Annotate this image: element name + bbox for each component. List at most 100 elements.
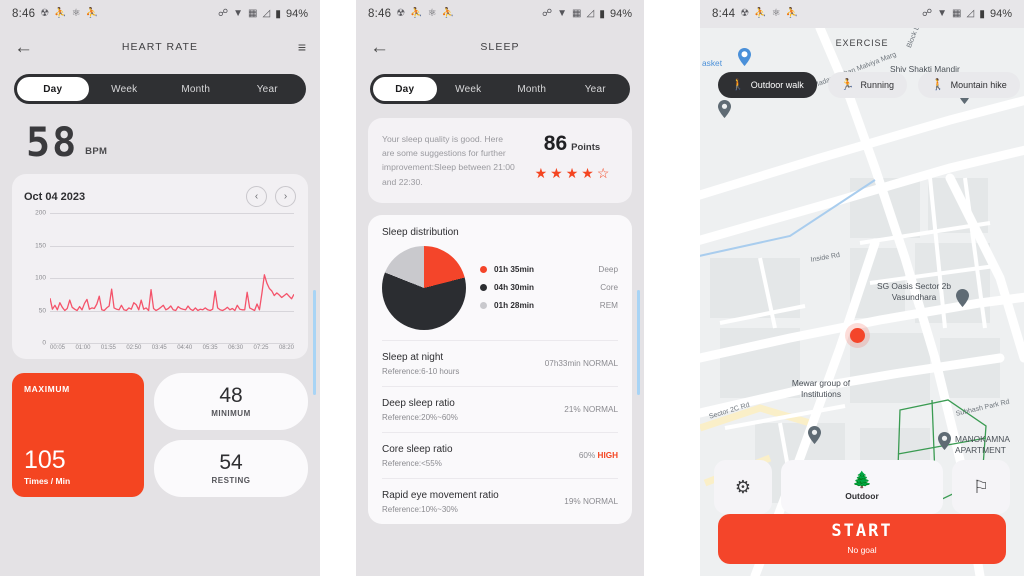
list-menu-icon[interactable]: ≡ xyxy=(298,40,306,54)
period-tabs-hr: Day Week Month Year xyxy=(14,74,306,104)
legend-item-core: 04h 30min Core xyxy=(480,283,618,292)
current-bpm-reading: 58 BPM xyxy=(0,104,320,166)
legend-name-deep: Deep xyxy=(598,265,618,275)
legend-dot-rem xyxy=(480,302,487,310)
maximum-unit: Times / Min xyxy=(24,476,71,486)
status-bar-right: ☍ ▼ ▦ ◿ ▮ 94% xyxy=(218,8,308,20)
chart-date: Oct 04 2023 xyxy=(24,190,86,203)
notification-icon: ☢ xyxy=(40,8,50,19)
map-bottom-controls: ⚙ 🌲 Outdoor ⚐ xyxy=(714,460,1010,514)
battery-percent: 94% xyxy=(989,8,1012,20)
legend-value-rem: 01h 28min xyxy=(494,301,535,311)
mode-button[interactable]: 🌲 Outdoor xyxy=(781,460,943,514)
bluetooth-icon: ☍ xyxy=(541,8,553,19)
status-time: 8:46 xyxy=(12,8,36,20)
sleep-score: 86 Points ★ ★ ★ ★ ☆ xyxy=(526,132,618,189)
chart-gridline xyxy=(50,343,294,344)
message-icon: ⛹ xyxy=(85,8,99,19)
metric-name: Rapid eye movement ratio xyxy=(382,489,499,501)
score-unit: Points xyxy=(571,142,601,153)
message-icon: ⛹ xyxy=(754,8,767,19)
heart-rate-chart-card: Oct 04 2023 ‹ › 200 150 100 50 0 00:05 01:00 0… xyxy=(12,174,308,359)
tab-day[interactable]: Day xyxy=(373,77,437,101)
chart-y-label: 0 xyxy=(42,339,46,347)
chart-x-label: 04:40 xyxy=(177,345,193,351)
map-pin-icon[interactable] xyxy=(956,289,969,307)
distribution-body: 01h 35min Deep 04h 30min Core 01h 28min … xyxy=(382,245,618,340)
chart-x-label: 01:55 xyxy=(100,345,116,351)
chart-x-label: 01:00 xyxy=(75,345,91,351)
stat-card-minimum: 48 MINIMUM xyxy=(154,373,308,430)
status-bar-left: 8:46 ☢ ⛹ ⚛ ⛹ xyxy=(368,8,454,20)
score-value: 86 xyxy=(543,132,568,155)
mode-label: Outdoor xyxy=(845,491,879,501)
map-view[interactable]: EXERCISE 🚶 Outdoor walk 🏃 Running 🚶 Moun… xyxy=(700,28,1024,576)
chip-label: Mountain hike xyxy=(950,80,1007,90)
map-pin-icon[interactable] xyxy=(938,432,951,450)
metric-reference: Reference:10%~30% xyxy=(382,504,458,514)
tab-year[interactable]: Year xyxy=(232,77,304,101)
goal-button[interactable]: ⚐ xyxy=(952,460,1010,514)
sleep-pie-chart xyxy=(382,245,466,330)
tab-day[interactable]: Day xyxy=(17,77,89,101)
bluetooth-icon: ☍ xyxy=(921,8,933,19)
run-icon: 🏃 xyxy=(840,78,855,91)
map-label-poi: asket xyxy=(702,58,723,68)
tab-week[interactable]: Week xyxy=(437,77,501,101)
sleep-quality-card: Your sleep quality is good. Here are som… xyxy=(368,118,632,203)
legend-item-deep: 01h 35min Deep xyxy=(480,265,618,274)
message-icon: ⛹ xyxy=(785,8,799,19)
vertical-scrollbar[interactable] xyxy=(313,290,316,395)
tab-week[interactable]: Week xyxy=(89,77,161,101)
signal-icon: ◿ xyxy=(262,8,271,19)
metric-amount: 19% xyxy=(564,497,581,507)
metric-value: 19% NORMAL xyxy=(564,497,618,506)
prev-day-button[interactable]: ‹ xyxy=(246,186,267,207)
activity-type-chips: 🚶 Outdoor walk 🏃 Running 🚶 Mountain hike xyxy=(718,72,1024,98)
map-pin-icon[interactable] xyxy=(808,426,821,444)
notification-icon: ☢ xyxy=(396,8,406,19)
chip-mountain-hike[interactable]: 🚶 Mountain hike xyxy=(917,72,1020,98)
metric-amount: 60% xyxy=(578,451,596,461)
chip-label: Outdoor walk xyxy=(750,80,804,90)
wifi-icon: ▼ xyxy=(937,8,948,19)
legend-dot-core xyxy=(480,284,487,292)
legend-name-rem: REM xyxy=(599,301,618,311)
stat-card-maximum: MAXIMUM 105 Times / Min xyxy=(12,373,144,497)
star-empty-icon: ☆ xyxy=(596,165,610,181)
metric-reference: Reference:<55% xyxy=(382,458,442,468)
start-sublabel: No goal xyxy=(847,545,877,555)
bpm-value: 58 xyxy=(26,120,79,166)
maximum-label: MAXIMUM xyxy=(24,384,70,394)
start-button[interactable]: START No goal xyxy=(718,514,1006,564)
status-time: 8:46 xyxy=(368,8,392,20)
tab-month[interactable]: Month xyxy=(500,77,564,101)
star-filled-icon: ★ xyxy=(565,165,579,181)
signal-icon: ◿ xyxy=(966,8,975,19)
chart-y-label: 50 xyxy=(38,307,46,314)
message-icon: ⛹ xyxy=(441,8,455,19)
map-pin-icon[interactable] xyxy=(718,100,731,118)
vpn-icon: ▦ xyxy=(248,8,258,19)
chip-running[interactable]: 🏃 Running xyxy=(827,72,907,98)
tab-month[interactable]: Month xyxy=(160,77,232,101)
settings-button[interactable]: ⚙ xyxy=(714,460,772,514)
vertical-scrollbar[interactable] xyxy=(637,290,640,395)
metric-left: Deep sleep ratio Reference:20%~60% xyxy=(382,398,564,422)
bpm-unit-label: BPM xyxy=(85,146,108,157)
status-bar-right: ☍ ▼ ▦ ◿ ▮ 94% xyxy=(922,8,1012,20)
map-label-poi: SG Oasis Sector 2b Vasundhara xyxy=(876,281,951,303)
status-bar-right: ☍ ▼ ▦ ◿ ▮ 94% xyxy=(542,8,632,20)
chart-x-label: 02:50 xyxy=(126,345,142,351)
gear-icon: ⚙ xyxy=(734,476,752,497)
legend-value-deep: 01h 35min xyxy=(494,265,535,275)
map-pin-icon[interactable] xyxy=(738,48,751,66)
legend-name-core: Core xyxy=(600,283,618,293)
chip-outdoor-walk[interactable]: 🚶 Outdoor walk xyxy=(718,72,817,98)
metric-reference: Reference:6-10 hours xyxy=(382,366,460,376)
tab-year[interactable]: Year xyxy=(564,77,628,101)
metric-left: Core sleep ratio Reference:<55% xyxy=(382,444,579,468)
next-day-button[interactable]: › xyxy=(275,186,296,207)
battery-percent: 94% xyxy=(609,8,632,20)
wifi-icon: ▼ xyxy=(557,8,568,19)
